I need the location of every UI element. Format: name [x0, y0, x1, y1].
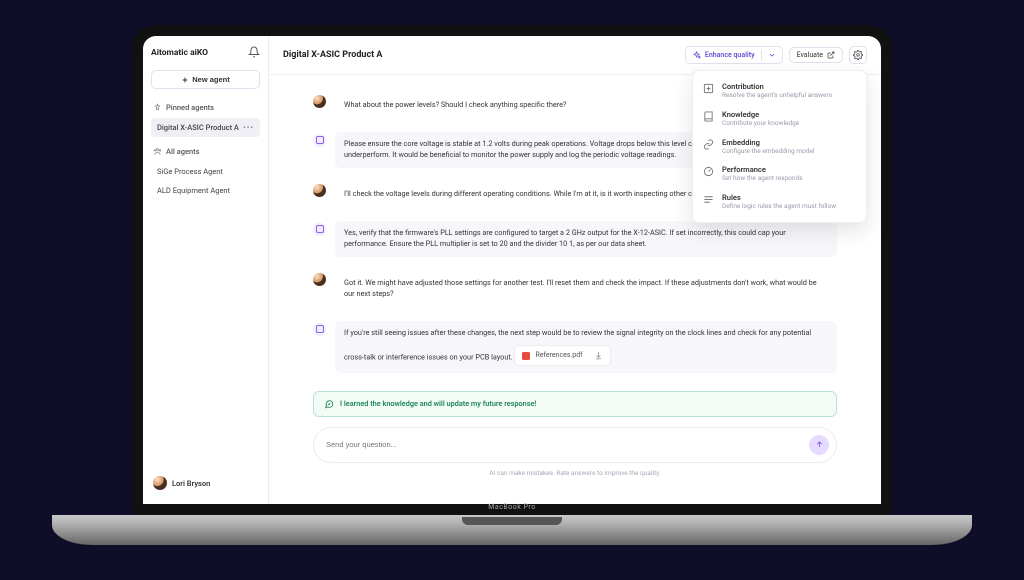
sidebar-item-label: Digital X-ASIC Product A: [157, 123, 239, 132]
message-user: Got it. We might have adjusted those set…: [313, 271, 837, 307]
page-title: Digital X-ASIC Product A: [283, 50, 382, 60]
evaluate-label: Evaluate: [797, 51, 823, 59]
learned-banner-text: I learned the knowledge and will update …: [340, 399, 536, 408]
message-input[interactable]: [326, 440, 803, 449]
enhance-quality-dropdown: ContributionResolve the agent's unhelpfu…: [692, 70, 867, 223]
dropdown-item-contribution[interactable]: ContributionResolve the agent's unhelpfu…: [693, 77, 866, 105]
bot-avatar-icon: [313, 323, 326, 336]
dropdown-item-performance[interactable]: PerformanceSet how the agent responds: [693, 160, 866, 188]
avatar-icon: [313, 273, 326, 286]
arrow-up-icon: [815, 440, 824, 449]
dropdown-item-embedding[interactable]: EmbeddingConfigure the embedding model: [693, 133, 866, 161]
book-icon: [703, 111, 714, 122]
sidebar: Aitomatic aiKO New agent Pinned agents D…: [143, 36, 269, 504]
dropdown-item-knowledge[interactable]: KnowledgeContribute your knowledge: [693, 105, 866, 133]
evaluate-button[interactable]: Evaluate: [789, 47, 843, 63]
link-icon: [703, 139, 714, 150]
message-text: Yes, verify that the firmware's PLL sett…: [335, 221, 837, 257]
plus-square-icon: [703, 83, 714, 94]
bell-icon[interactable]: [248, 46, 260, 60]
enhance-quality-button[interactable]: Enhance quality: [685, 46, 783, 64]
avatar-icon: [153, 476, 167, 490]
sidebar-item-digital-x-asic[interactable]: Digital X-ASIC Product A •••: [151, 118, 260, 137]
laptop-label: MacBook Pro: [488, 503, 535, 511]
laptop-base: MacBook Pro: [52, 515, 972, 545]
enhance-quality-label: Enhance quality: [705, 51, 755, 59]
laptop-frame: Aitomatic aiKO New agent Pinned agents D…: [132, 25, 892, 515]
message-text: Got it. We might have adjusted those set…: [335, 271, 837, 307]
sidebar-item-ald-equipment[interactable]: ALD Equipment Agent: [151, 181, 260, 200]
new-agent-button[interactable]: New agent: [151, 70, 260, 89]
chevron-down-icon[interactable]: [768, 51, 776, 59]
sidebar-item-label: SiGe Process Agent: [157, 167, 223, 176]
bot-avatar-icon: [313, 134, 326, 147]
message-bot: If you're still seeing issues after thes…: [313, 321, 837, 373]
brand-logo: Aitomatic aiKO: [151, 48, 208, 58]
dropdown-item-rules[interactable]: RulesDefine logic rules the agent must f…: [693, 188, 866, 216]
new-agent-label: New agent: [192, 75, 230, 84]
user-name-label: Lori Bryson: [172, 479, 210, 488]
pdf-icon: [522, 352, 530, 360]
all-agents-header: All agents: [153, 147, 258, 156]
download-icon[interactable]: [594, 351, 603, 360]
message-input-bar[interactable]: [313, 427, 837, 463]
gauge-icon: [703, 166, 714, 177]
pinned-agents-header: Pinned agents: [153, 103, 258, 112]
current-user[interactable]: Lori Bryson: [151, 472, 260, 494]
main-panel: Digital X-ASIC Product A Enhance quality…: [269, 36, 881, 504]
rules-icon: [703, 194, 714, 205]
learned-banner: I learned the knowledge and will update …: [313, 391, 837, 417]
footer-disclaimer: AI can make mistakes. Rate answers to im…: [313, 465, 837, 479]
settings-button[interactable]: [849, 46, 867, 64]
chat-check-icon: [324, 399, 334, 409]
gear-icon: [853, 50, 863, 60]
sidebar-item-sige-process[interactable]: SiGe Process Agent: [151, 162, 260, 181]
avatar-icon: [313, 95, 326, 108]
app-screen: Aitomatic aiKO New agent Pinned agents D…: [143, 36, 881, 504]
message-bubble: If you're still seeing issues after thes…: [335, 321, 837, 373]
more-icon[interactable]: •••: [243, 123, 254, 132]
attachment-filename: References.pdf: [535, 350, 582, 361]
sidebar-item-label: ALD Equipment Agent: [157, 186, 230, 195]
bot-avatar-icon: [313, 223, 326, 236]
send-button[interactable]: [809, 435, 829, 455]
message-bot: Yes, verify that the firmware's PLL sett…: [313, 221, 837, 257]
attachment-chip[interactable]: References.pdf: [514, 345, 610, 366]
avatar-icon: [313, 184, 326, 197]
